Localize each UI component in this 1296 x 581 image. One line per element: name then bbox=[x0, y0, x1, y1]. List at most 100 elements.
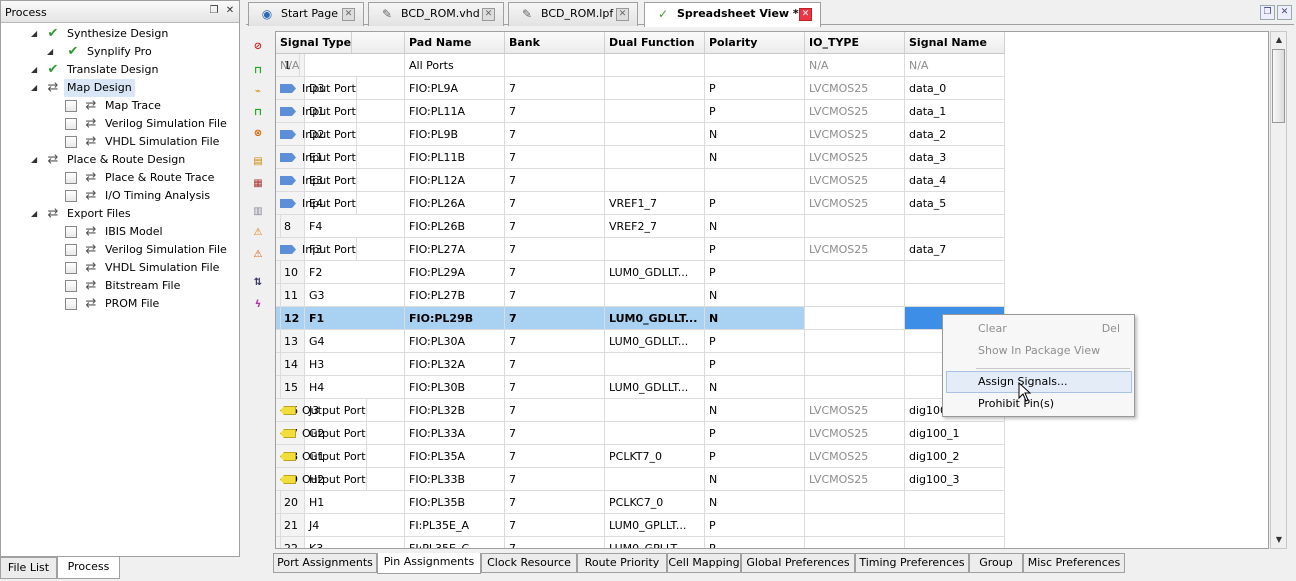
grid-cell-io-type[interactable] bbox=[805, 537, 905, 548]
close-tab-icon[interactable]: ✕ bbox=[616, 8, 629, 21]
column-header-pad-name[interactable]: Pad Name bbox=[405, 32, 505, 54]
grid-cell-signal-type[interactable] bbox=[276, 215, 281, 238]
grid-cell-signal-type[interactable]: Input Port bbox=[276, 100, 357, 123]
grid-cell-pad-name[interactable]: FIO:PL32A bbox=[405, 353, 505, 376]
sheet-tab-port-assignments[interactable]: Port Assignments bbox=[273, 553, 377, 573]
grid-cell-dual-function[interactable] bbox=[605, 284, 705, 307]
grid-cell-pad-name[interactable]: FIO:PL11B bbox=[405, 146, 505, 169]
grid-cell-io-type[interactable]: N/A bbox=[805, 54, 905, 77]
grid-cell-pad-name[interactable]: All Ports bbox=[405, 54, 505, 77]
grid-cell-dual-function[interactable]: VREF1_7 bbox=[605, 192, 705, 215]
expand-arrow-icon[interactable]: ◢ bbox=[31, 205, 37, 223]
process-checkbox[interactable] bbox=[65, 298, 77, 310]
process-checkbox[interactable] bbox=[65, 136, 77, 148]
grid-cell-io-type[interactable]: LVCMOS25 bbox=[805, 77, 905, 100]
close-panel-icon[interactable]: ✕ bbox=[224, 5, 236, 17]
grid-cell-bank[interactable]: 7 bbox=[505, 307, 605, 330]
grid-cell-io-type[interactable]: LVCMOS25 bbox=[805, 146, 905, 169]
grid-cell-signal-name[interactable]: dig100_2 bbox=[905, 445, 1005, 468]
grid-cell-signal-name[interactable]: data_1 bbox=[905, 100, 1005, 123]
grid-cell-pad-name[interactable]: FIO:PL9A bbox=[405, 77, 505, 100]
grid-cell-dual-function[interactable]: LUM0_GPLLT... bbox=[605, 514, 705, 537]
grid-cell-io-type[interactable]: LVCMOS25 bbox=[805, 445, 905, 468]
grid-cell-pad-name[interactable]: FIO:PL30A bbox=[405, 330, 505, 353]
grid-cell-io-type[interactable] bbox=[805, 215, 905, 238]
grid-cell-polarity[interactable] bbox=[705, 169, 805, 192]
tab-bcd-rom-lpf[interactable]: ✎ BCD_ROM.lpf ✕ bbox=[508, 2, 638, 26]
grid-cell-signal-type[interactable] bbox=[276, 537, 281, 548]
grid-cell-io-type[interactable] bbox=[805, 261, 905, 284]
grid-cell-dual-function[interactable]: LUM0_GDLLT... bbox=[605, 307, 705, 330]
grid-cell-signal-name[interactable]: dig100_1 bbox=[905, 422, 1005, 445]
menu-item-show-in-package-view[interactable]: Show In Package View bbox=[946, 340, 1132, 362]
process-checkbox[interactable] bbox=[65, 262, 77, 274]
grid-cell-polarity[interactable]: P bbox=[705, 238, 805, 261]
grid-cell-pad-name[interactable]: FIO:PL35B bbox=[405, 491, 505, 514]
grid-cell-signal-name[interactable]: data_3 bbox=[905, 146, 1005, 169]
expand-arrow-icon[interactable]: ◢ bbox=[31, 25, 37, 43]
grid-cell-signal-type[interactable] bbox=[276, 376, 281, 399]
grid-cell-polarity[interactable]: N bbox=[705, 399, 805, 422]
grid-cell-io-type[interactable]: LVCMOS25 bbox=[805, 192, 905, 215]
close-tab-icon[interactable]: ✕ bbox=[342, 8, 355, 21]
folder-icon[interactable]: ▤ bbox=[250, 154, 266, 170]
grid-cell-bank[interactable]: 7 bbox=[505, 169, 605, 192]
grid-cell-bank[interactable]: 7 bbox=[505, 284, 605, 307]
grid-cell-dual-function[interactable] bbox=[605, 146, 705, 169]
grid-cell-signal-name[interactable]: N/A bbox=[905, 54, 1005, 77]
grid-cell-pin[interactable]: K3 bbox=[305, 537, 405, 548]
grid-cell-bank[interactable]: 7 bbox=[505, 261, 605, 284]
grid-cell-bank[interactable]: 7 bbox=[505, 468, 605, 491]
grid-cell-pad-name[interactable]: FIO:PL27A bbox=[405, 238, 505, 261]
grid-cell-pin[interactable]: H1 bbox=[305, 491, 405, 514]
grid-cell-signal-name[interactable]: data_4 bbox=[905, 169, 1005, 192]
grid-cell-io-type[interactable]: LVCMOS25 bbox=[805, 238, 905, 261]
column-header-signal-name[interactable]: Signal Name bbox=[905, 32, 1005, 54]
grid-cell-polarity[interactable]: N bbox=[705, 491, 805, 514]
waveform-icon[interactable]: ⊓ bbox=[250, 63, 266, 79]
grid-cell-pad-name[interactable]: FIO:PL29B bbox=[405, 307, 505, 330]
grid-cell-io-type[interactable]: LVCMOS25 bbox=[805, 468, 905, 491]
process-checkbox[interactable] bbox=[65, 226, 77, 238]
sheet-tab-pin-assignments[interactable]: Pin Assignments bbox=[377, 553, 481, 574]
sheet-tab-clock-resource[interactable]: Clock Resource bbox=[481, 553, 577, 573]
grid-cell-pad-name[interactable]: FIO:PL27B bbox=[405, 284, 505, 307]
grid-cell-signal-type[interactable]: Input Port bbox=[276, 146, 357, 169]
close-icon[interactable]: ✕ bbox=[1277, 5, 1292, 20]
grid-cell-dual-function[interactable] bbox=[605, 54, 705, 77]
lightning-icon[interactable]: ϟ bbox=[250, 297, 266, 313]
grid-cell-signal-name[interactable] bbox=[905, 215, 1005, 238]
grid-cell-polarity[interactable]: N bbox=[705, 376, 805, 399]
sheet-tab-misc-preferences[interactable]: Misc Preferences bbox=[1023, 553, 1125, 573]
grid-cell-signal-type[interactable] bbox=[276, 353, 281, 376]
clock-path-icon[interactable]: ⌁ bbox=[250, 84, 266, 100]
grid-cell-pad-name[interactable]: FIO:PL9B bbox=[405, 123, 505, 146]
grid-cell-dual-function[interactable]: LUM0_GDLLT... bbox=[605, 261, 705, 284]
grid-cell-bank[interactable]: 7 bbox=[505, 215, 605, 238]
grid-cell-signal-type[interactable]: Output Port bbox=[276, 445, 367, 468]
grid-cell-bank[interactable]: 7 bbox=[505, 514, 605, 537]
grid-cell-pin[interactable]: H4 bbox=[305, 376, 405, 399]
grid-cell-pad-name[interactable]: FIO:PL35A bbox=[405, 445, 505, 468]
grid-cell-dual-function[interactable] bbox=[605, 100, 705, 123]
grid-cell-bank[interactable] bbox=[505, 54, 605, 77]
grid-cell-dual-function[interactable]: LUM0_GDLLT... bbox=[605, 376, 705, 399]
grid-cell-signal-type[interactable]: Input Port bbox=[276, 77, 357, 100]
grid-cell-polarity[interactable]: P bbox=[705, 192, 805, 215]
grid-cell-bank[interactable]: 7 bbox=[505, 192, 605, 215]
expand-arrow-icon[interactable]: ◢ bbox=[31, 79, 37, 97]
grid-cell-io-type[interactable]: LVCMOS25 bbox=[805, 422, 905, 445]
grid-cell-signal-type[interactable] bbox=[276, 491, 281, 514]
grid-cell-signal-type[interactable]: Output Port bbox=[276, 422, 367, 445]
column-header-polarity[interactable]: Polarity bbox=[705, 32, 805, 54]
tab-process[interactable]: Process bbox=[57, 557, 120, 579]
grid-cell-pad-name[interactable]: FIO:PL32B bbox=[405, 399, 505, 422]
sheet-tab-timing-preferences[interactable]: Timing Preferences bbox=[855, 553, 969, 573]
grid-cell-polarity[interactable]: P bbox=[705, 514, 805, 537]
grid-cell-bank[interactable]: 7 bbox=[505, 146, 605, 169]
grid-cell-signal-name[interactable] bbox=[905, 514, 1005, 537]
tab-spreadsheet-view[interactable]: ✓ Spreadsheet View * ✕ bbox=[644, 2, 821, 27]
grid-cell-pad-name[interactable]: FI:PL35E_C bbox=[405, 537, 505, 548]
warning-icon[interactable]: ⚠ bbox=[250, 225, 266, 241]
process-checkbox[interactable] bbox=[65, 190, 77, 202]
